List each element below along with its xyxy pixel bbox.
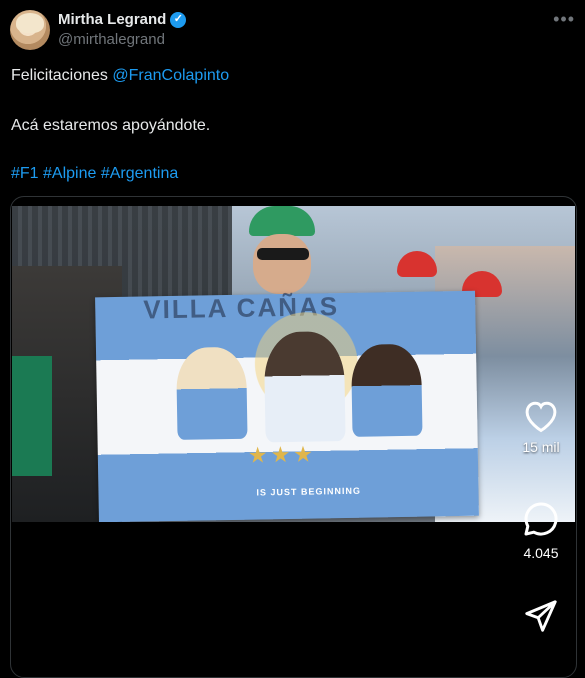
video-frame[interactable]: VILLA CAÑAS ★★★ IS JUST BEGINNING bbox=[12, 206, 575, 522]
avatar[interactable] bbox=[10, 10, 50, 50]
comment-icon bbox=[524, 502, 558, 536]
heart-icon bbox=[525, 401, 557, 433]
flag-caption: IS JUST BEGINNING bbox=[256, 485, 362, 498]
author-name[interactable]: Mirtha Legrand bbox=[58, 11, 166, 28]
green-cap bbox=[249, 206, 315, 236]
tweet-line-1: Felicitaciones @FranColapinto bbox=[11, 65, 229, 86]
portrait-woman bbox=[175, 346, 248, 440]
more-options-icon[interactable]: ••• bbox=[553, 9, 575, 30]
send-icon bbox=[525, 600, 557, 632]
argentina-flag-banner: VILLA CAÑAS ★★★ IS JUST BEGINNING bbox=[95, 290, 479, 522]
reply-button[interactable]: 4.045 bbox=[506, 499, 576, 561]
share-button[interactable] bbox=[506, 597, 576, 635]
hashtag-link[interactable]: #Alpine bbox=[43, 165, 96, 182]
mention-link[interactable]: @FranColapinto bbox=[112, 67, 229, 84]
video-actions: 15 mil 4.045 bbox=[506, 197, 576, 677]
hashtag-link[interactable]: #Argentina bbox=[101, 165, 178, 182]
person-green-shirt bbox=[12, 356, 52, 476]
author-handle[interactable]: @mirthalegrand bbox=[58, 31, 165, 48]
face bbox=[253, 234, 311, 294]
portrait-player bbox=[263, 330, 346, 443]
tweet-line-2: Acá estaremos apoyándote. bbox=[11, 117, 211, 134]
tweet-text-prefix: Felicitaciones bbox=[11, 67, 113, 84]
stars: ★★★ bbox=[247, 441, 317, 468]
like-button[interactable]: 15 mil bbox=[506, 397, 576, 455]
video-media-card[interactable]: VILLA CAÑAS ★★★ IS JUST BEGINNING 15 mil… bbox=[10, 196, 577, 678]
tweet-header: Mirtha Legrand ✓ @mirthalegrand ••• bbox=[10, 9, 575, 51]
reply-count: 4.045 bbox=[523, 545, 559, 561]
hashtags-line: #F1 #Alpine #Argentina bbox=[11, 163, 178, 184]
verified-badge-icon: ✓ bbox=[170, 11, 187, 28]
hashtag-link[interactable]: #F1 bbox=[11, 165, 39, 182]
author-name-row[interactable]: Mirtha Legrand ✓ bbox=[58, 11, 187, 28]
like-count: 15 mil bbox=[522, 439, 560, 455]
portrait-young-man bbox=[350, 343, 423, 437]
sunglasses bbox=[257, 248, 309, 260]
